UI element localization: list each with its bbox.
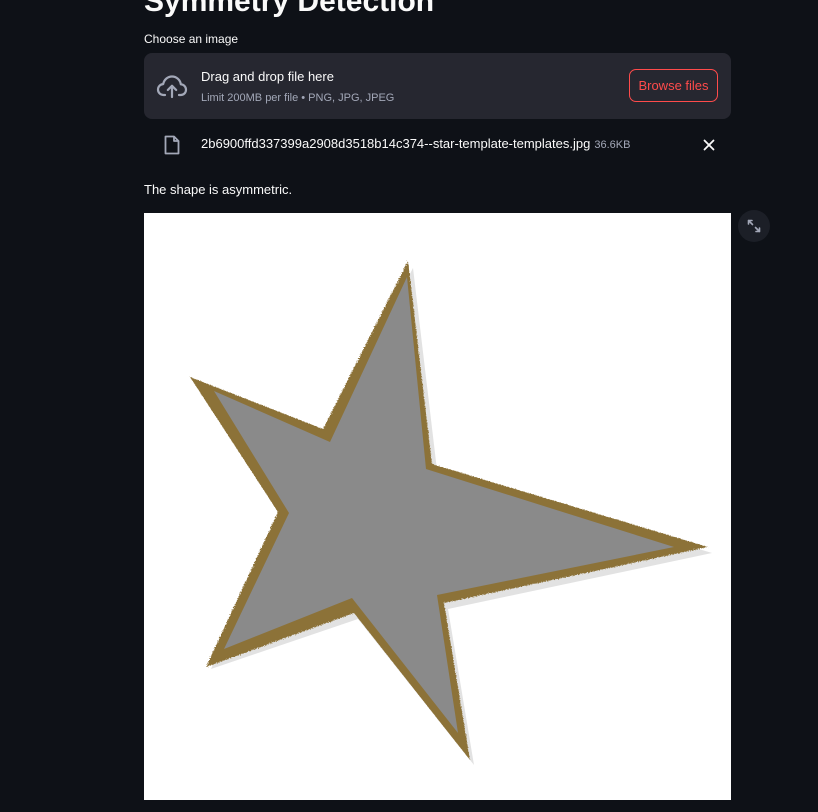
- uploaded-file-row: 2b6900ffd337399a2908d3518b14c374--star-t…: [144, 128, 731, 162]
- dropzone-title: Drag and drop file here: [201, 69, 334, 84]
- uploaded-file-name: 2b6900ffd337399a2908d3518b14c374--star-t…: [201, 136, 630, 153]
- fullscreen-button[interactable]: [738, 210, 770, 242]
- star-shape-image: [190, 261, 712, 765]
- dropzone-hint: Limit 200MB per file • PNG, JPG, JPEG: [201, 92, 395, 104]
- file-icon: [164, 135, 180, 155]
- browse-files-button[interactable]: Browse files: [629, 69, 718, 102]
- result-image: [144, 213, 731, 800]
- result-text: The shape is asymmetric.: [144, 182, 293, 197]
- expand-icon: [747, 219, 761, 233]
- file-dropzone[interactable]: Drag and drop file here Limit 200MB per …: [144, 53, 731, 119]
- cloud-upload-icon: [156, 75, 188, 99]
- file-name-text: 2b6900ffd337399a2908d3518b14c374--star-t…: [201, 136, 591, 151]
- close-icon: [703, 139, 715, 151]
- app-page: Symmetry Detection Choose an image Drag …: [0, 0, 818, 812]
- remove-file-button[interactable]: [699, 135, 719, 155]
- page-title: Symmetry Detection: [144, 0, 435, 18]
- file-size: 36.6KB: [594, 139, 631, 151]
- uploader-label: Choose an image: [144, 32, 239, 46]
